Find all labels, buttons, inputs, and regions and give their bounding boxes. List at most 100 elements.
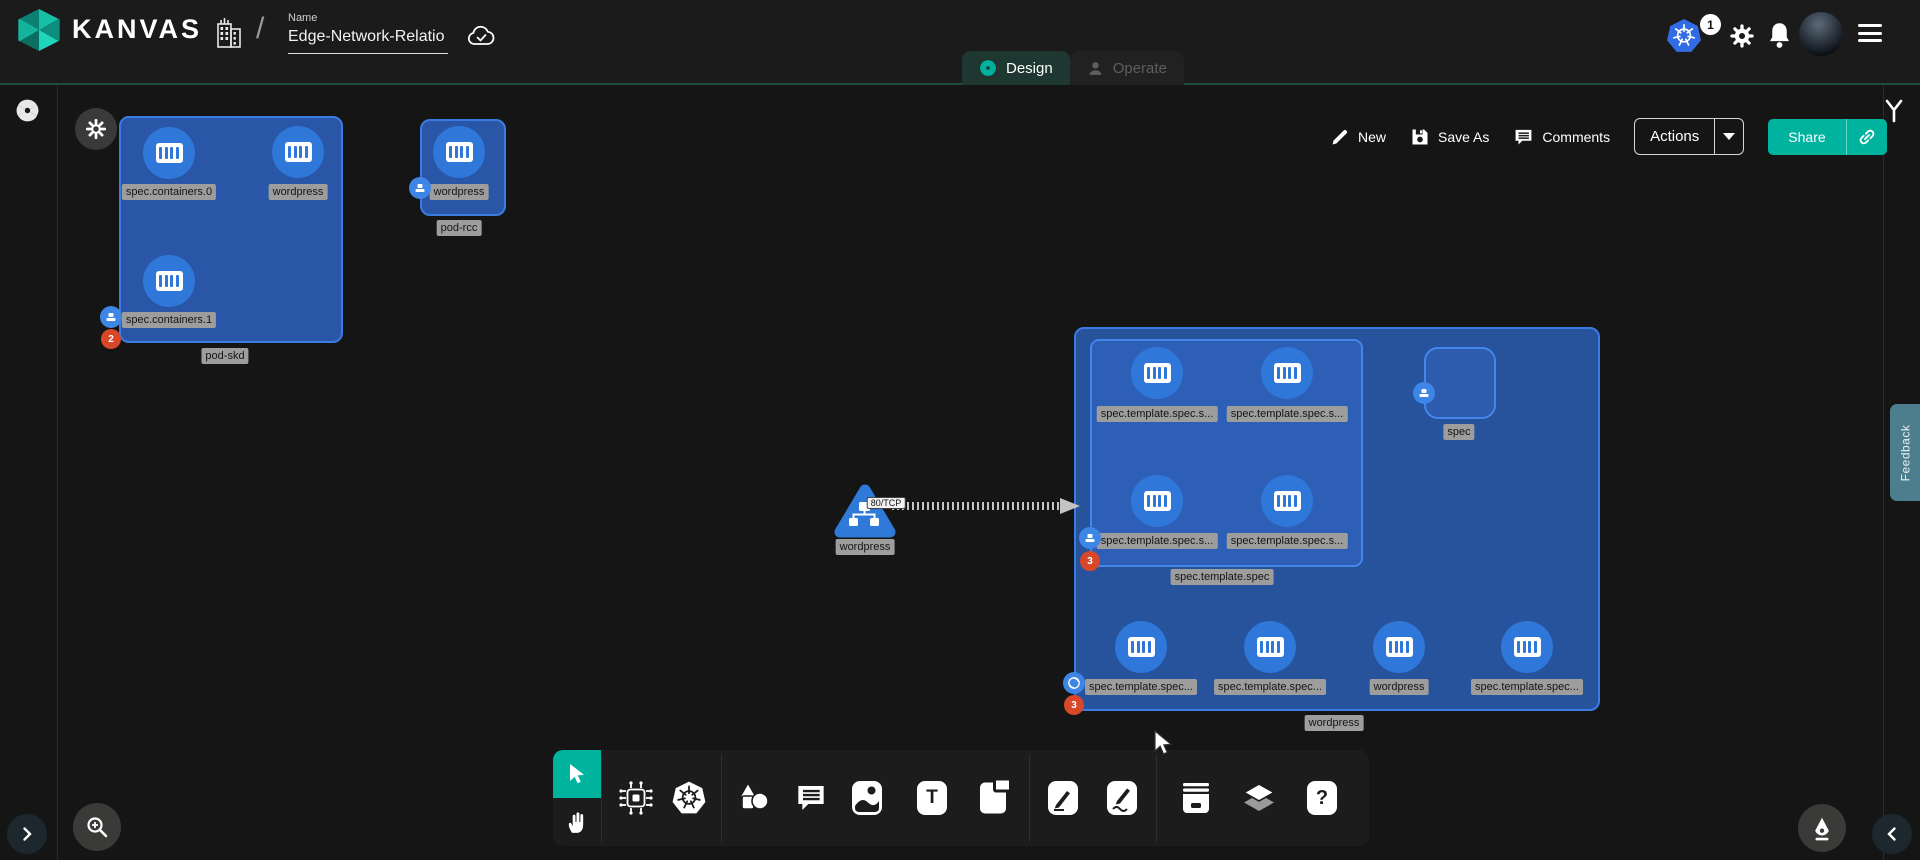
magnifier-plus-icon: [85, 815, 109, 839]
left-dock-swirl-icon[interactable]: [15, 98, 40, 123]
error-count-badge[interactable]: 3: [1064, 695, 1084, 715]
comment-tool[interactable]: [794, 782, 828, 814]
layers-icon: [1242, 782, 1276, 814]
node-label: wordpress: [269, 184, 328, 200]
feedback-label: Feedback: [1898, 424, 1912, 481]
select-tool-button[interactable]: [553, 750, 601, 798]
container-icon: [1257, 637, 1284, 657]
layers-tool[interactable]: [1242, 782, 1276, 814]
node-wordpress-rcc[interactable]: [433, 126, 485, 178]
node-deploy-3[interactable]: [1501, 621, 1553, 673]
feedback-tab[interactable]: Feedback: [1890, 404, 1920, 501]
node-template-1[interactable]: [1261, 347, 1313, 399]
text-tool[interactable]: T: [917, 781, 947, 815]
share-split-button[interactable]: Share: [1768, 119, 1886, 155]
component-shapes-tool[interactable]: [619, 781, 653, 815]
design-action-bar: New Save As Comments Actions: [1330, 118, 1887, 155]
hamburger-menu-icon[interactable]: [1858, 24, 1882, 42]
node-deploy-wordpress[interactable]: [1373, 621, 1425, 673]
right-dock-divider: [1883, 85, 1884, 860]
share-link-toggle[interactable]: [1847, 119, 1887, 155]
node-label: spec.template.spec.s...: [1227, 533, 1348, 549]
group-label-pod-skd: pod-skd: [201, 348, 248, 364]
organization-building-icon[interactable]: [214, 16, 244, 49]
node-spec[interactable]: [1424, 347, 1496, 419]
service-node-wordpress[interactable]: [833, 482, 897, 540]
node-label: spec.template.spec.s...: [1097, 406, 1218, 422]
left-dock-expand-button[interactable]: [7, 814, 47, 854]
swirl-mini-icon: [1067, 676, 1081, 690]
pod-relationship-badge[interactable]: [409, 177, 431, 199]
container-icon: [1274, 363, 1301, 383]
sticky-note-icon: [980, 783, 1006, 814]
operate-person-icon: [1087, 60, 1104, 77]
container-icon: [285, 142, 312, 162]
node-label: spec.containers.1: [122, 312, 216, 328]
kubernetes-components-tool[interactable]: [671, 780, 707, 816]
error-count-badge[interactable]: 3: [1080, 551, 1100, 571]
kanvas-logo-icon[interactable]: [16, 9, 62, 51]
node-template-2[interactable]: [1131, 475, 1183, 527]
settings-gear-icon[interactable]: [1728, 22, 1756, 50]
node-spec-containers-1[interactable]: [143, 255, 195, 307]
error-count-badge[interactable]: 2: [101, 329, 121, 349]
kubernetes-context-icon[interactable]: [1666, 18, 1702, 54]
pod-mini-icon: [105, 311, 117, 323]
save-as-button-label: Save As: [1438, 129, 1489, 145]
left-dock-divider: [57, 85, 58, 860]
help-tool[interactable]: ?: [1307, 781, 1337, 815]
save-as-button[interactable]: Save As: [1410, 127, 1489, 147]
pod-relationship-badge[interactable]: [1079, 527, 1101, 549]
pod-relationship-badge[interactable]: [1413, 382, 1435, 404]
freehand-draw-tool[interactable]: [1107, 781, 1137, 815]
comments-button[interactable]: Comments: [1513, 127, 1610, 147]
shapes-tool[interactable]: [735, 781, 771, 815]
actions-button-label[interactable]: Actions: [1635, 119, 1714, 154]
design-name-input[interactable]: Edge-Network-Relatio: [288, 28, 448, 54]
logo-text: KANVAS: [72, 14, 202, 45]
pod-relationship-badge[interactable]: [100, 306, 122, 328]
edge-port-label: 80/TCP: [867, 497, 906, 509]
tab-design[interactable]: Design: [962, 51, 1070, 85]
node-wordpress-skd[interactable]: [272, 126, 324, 178]
kubernetes-wheel-icon: [671, 780, 707, 816]
group-gear-icon: [85, 118, 107, 140]
node-spec-containers-0[interactable]: [143, 127, 195, 179]
node-deploy-1[interactable]: [1244, 621, 1296, 673]
service-edge-arrow[interactable]: [890, 497, 1082, 515]
cloud-saved-icon: [466, 24, 498, 48]
actions-split-button[interactable]: Actions: [1634, 118, 1744, 155]
container-icon: [1514, 637, 1541, 657]
actions-dropdown-toggle[interactable]: [1715, 119, 1743, 154]
hand-icon: [564, 809, 590, 835]
notifications-bell-icon[interactable]: [1766, 21, 1793, 50]
right-dock-collapse-button[interactable]: [1872, 814, 1912, 854]
pencil-squiggle-icon: [1107, 781, 1137, 815]
node-template-3[interactable]: [1261, 475, 1313, 527]
deployment-relationship-badge[interactable]: [1063, 672, 1085, 694]
mode-tabs: Design Operate: [962, 51, 1184, 85]
tab-operate[interactable]: Operate: [1070, 51, 1184, 85]
pan-tool-button[interactable]: [553, 798, 601, 846]
share-button-label[interactable]: Share: [1768, 119, 1845, 155]
edge-pen-tool[interactable]: [1048, 781, 1078, 815]
node-deploy-0[interactable]: [1115, 621, 1167, 673]
user-avatar[interactable]: [1799, 12, 1843, 56]
node-template-0[interactable]: [1131, 347, 1183, 399]
pod-mini-icon: [1084, 532, 1096, 544]
drawer-tool[interactable]: [1179, 781, 1213, 815]
image-tool[interactable]: [852, 781, 882, 815]
note-tool[interactable]: [980, 783, 1006, 814]
chevron-left-icon: [1884, 826, 1900, 842]
new-button-label: New: [1358, 129, 1386, 145]
design-pinwheel-icon: [979, 59, 997, 77]
header-bar: KANVAS / Name Edge-Network-Relatio: [0, 0, 1920, 83]
comments-button-label: Comments: [1542, 129, 1610, 145]
group-label-wordpress: wordpress: [1305, 715, 1364, 731]
container-icon: [156, 271, 183, 291]
group-action-button[interactable]: [75, 108, 117, 150]
new-button[interactable]: New: [1330, 127, 1386, 147]
comment-icon: [1513, 127, 1534, 147]
zoom-button[interactable]: [73, 803, 121, 851]
ink-pen-button[interactable]: [1798, 804, 1846, 852]
